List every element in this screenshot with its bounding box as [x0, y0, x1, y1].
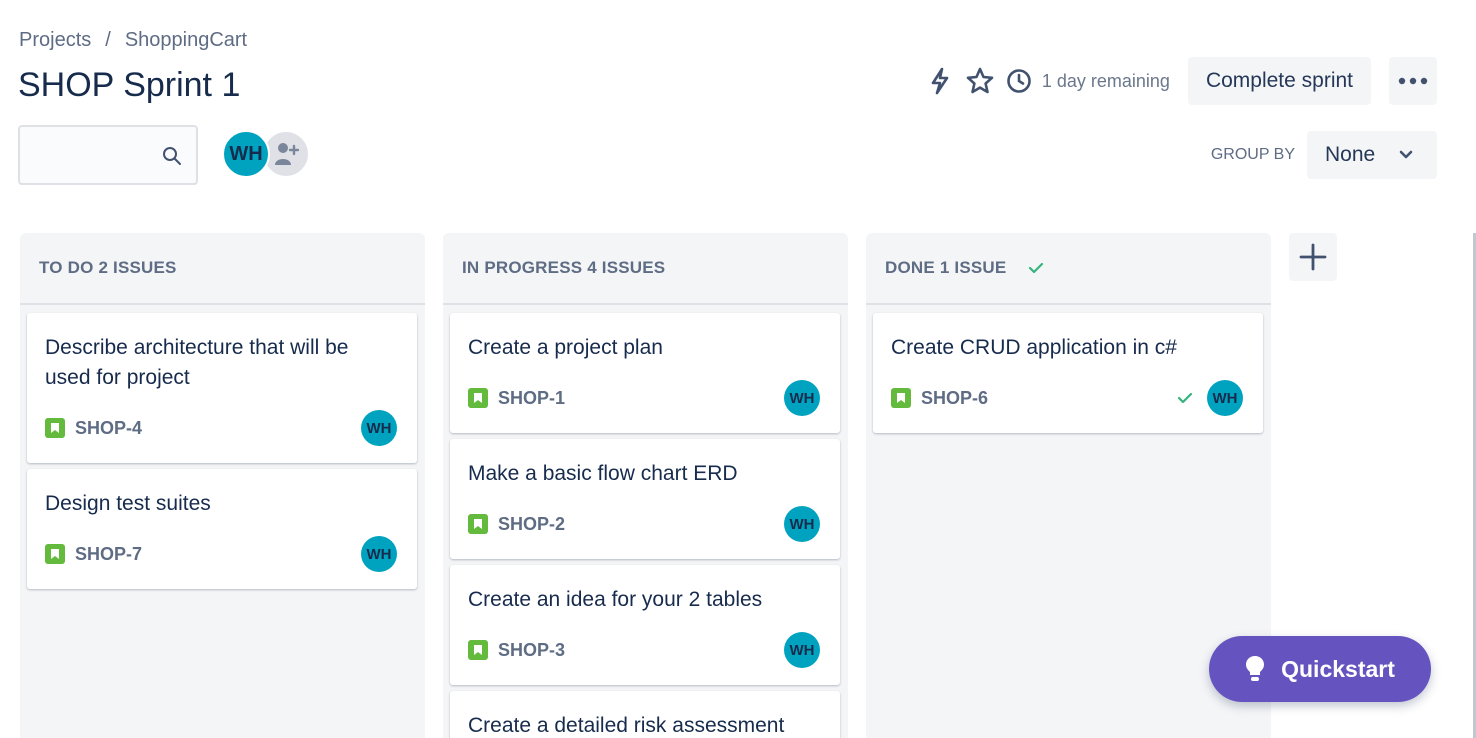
story-icon	[891, 388, 911, 408]
column-header: DONE 1 ISSUE	[866, 233, 1271, 305]
issue-card[interactable]: Create a project plan SHOP-1 WH	[450, 313, 840, 433]
more-button[interactable]	[1389, 57, 1437, 105]
assignee-avatar[interactable]: WH	[784, 632, 820, 668]
column-header: IN PROGRESS 4 ISSUES	[443, 233, 848, 305]
card-title: Create an idea for your 2 tables	[468, 588, 763, 611]
issue-card[interactable]: Describe architecture that will be used …	[27, 313, 417, 463]
issue-key[interactable]: SHOP-6	[921, 388, 1177, 409]
issue-card[interactable]: Create CRUD application in c# SHOP-6 WH	[873, 313, 1263, 433]
issue-card[interactable]: Create a detailed risk assessment	[450, 691, 840, 738]
breadcrumb-separator: /	[105, 29, 111, 51]
breadcrumb: Projects / ShoppingCart	[19, 29, 247, 52]
assignee-avatar[interactable]: WH	[361, 410, 397, 446]
issue-card[interactable]: Create an idea for your 2 tables SHOP-3 …	[450, 565, 840, 685]
search-input[interactable]	[20, 127, 150, 183]
remaining-text: 1 day remaining	[1041, 70, 1170, 91]
quickstart-label: Quickstart	[1281, 655, 1395, 682]
check-icon	[1029, 262, 1044, 274]
story-icon	[45, 418, 65, 438]
card-title: Create a project plan	[468, 336, 663, 359]
search-box	[18, 125, 198, 185]
story-icon	[468, 388, 488, 408]
story-icon	[45, 544, 65, 564]
quickstart-button[interactable]: Quickstart	[1209, 636, 1431, 702]
issue-key[interactable]: SHOP-2	[498, 514, 784, 535]
lightbulb-icon	[1246, 656, 1265, 681]
people-filter: WH	[222, 130, 310, 178]
star-icon	[966, 67, 994, 94]
complete-sprint-button[interactable]: Complete sprint	[1187, 57, 1371, 105]
card-footer: SHOP-6 WH	[891, 380, 1243, 416]
add-people-icon	[275, 143, 300, 165]
story-icon	[468, 514, 488, 534]
issue-key[interactable]: SHOP-4	[75, 418, 361, 439]
column-header: TO DO 2 ISSUES	[20, 233, 425, 305]
issue-key[interactable]: SHOP-7	[75, 544, 361, 565]
avatar[interactable]: WH	[222, 130, 270, 178]
group-by-select[interactable]: None	[1307, 131, 1437, 179]
assignee-avatar[interactable]: WH	[1207, 380, 1243, 416]
issue-key[interactable]: SHOP-3	[498, 640, 784, 661]
column-title: DONE 1 ISSUE	[885, 258, 1007, 277]
done-check-icon	[1177, 392, 1193, 404]
card-footer: SHOP-2 WH	[468, 506, 820, 542]
issue-card[interactable]: Design test suites SHOP-7 WH	[27, 469, 417, 589]
breadcrumb-projects-link[interactable]: Projects	[19, 29, 91, 52]
assignee-avatar[interactable]: WH	[784, 506, 820, 542]
card-footer: SHOP-1 WH	[468, 380, 820, 416]
clock-icon	[1007, 69, 1031, 93]
group-by-label: GROUP BY	[1210, 146, 1295, 163]
column-in-progress: IN PROGRESS 4 ISSUES Create a project pl…	[443, 233, 848, 738]
card-title: Create CRUD application in c#	[891, 336, 1177, 359]
plus-icon	[1299, 243, 1327, 271]
breadcrumb-project-link[interactable]: ShoppingCart	[125, 29, 247, 52]
chevron-down-icon	[1399, 150, 1413, 159]
page-title: SHOP Sprint 1	[18, 66, 241, 104]
search-icon[interactable]	[162, 146, 182, 166]
card-footer: SHOP-3 WH	[468, 632, 820, 668]
add-column-button[interactable]	[1289, 233, 1337, 281]
assignee-avatar[interactable]: WH	[784, 380, 820, 416]
group-by-value: None	[1325, 143, 1376, 166]
card-title: Describe architecture that will be used …	[45, 336, 349, 389]
sprint-actions: 1 day remaining Complete sprint	[920, 57, 1437, 105]
star-button[interactable]	[960, 61, 1000, 101]
column-todo: TO DO 2 ISSUES Describe architecture tha…	[20, 233, 425, 738]
issue-card[interactable]: Make a basic flow chart ERD SHOP-2 WH	[450, 439, 840, 559]
time-remaining: 1 day remaining	[1006, 68, 1170, 94]
group-by: GROUP BY None	[1211, 131, 1437, 179]
assignee-avatar[interactable]: WH	[361, 536, 397, 572]
automation-button[interactable]	[920, 61, 960, 101]
issue-key[interactable]: SHOP-1	[498, 388, 784, 409]
automation-icon	[931, 67, 949, 95]
column-title: IN PROGRESS 4 ISSUES	[462, 258, 666, 277]
card-title: Create a detailed risk assessment	[468, 714, 785, 737]
card-footer: SHOP-7 WH	[45, 536, 397, 572]
card-footer: SHOP-4 WH	[45, 410, 397, 446]
card-title: Design test suites	[45, 492, 211, 515]
column-title: TO DO 2 ISSUES	[39, 258, 177, 277]
more-icon	[1398, 77, 1428, 85]
story-icon	[468, 640, 488, 660]
card-title: Make a basic flow chart ERD	[468, 462, 738, 485]
